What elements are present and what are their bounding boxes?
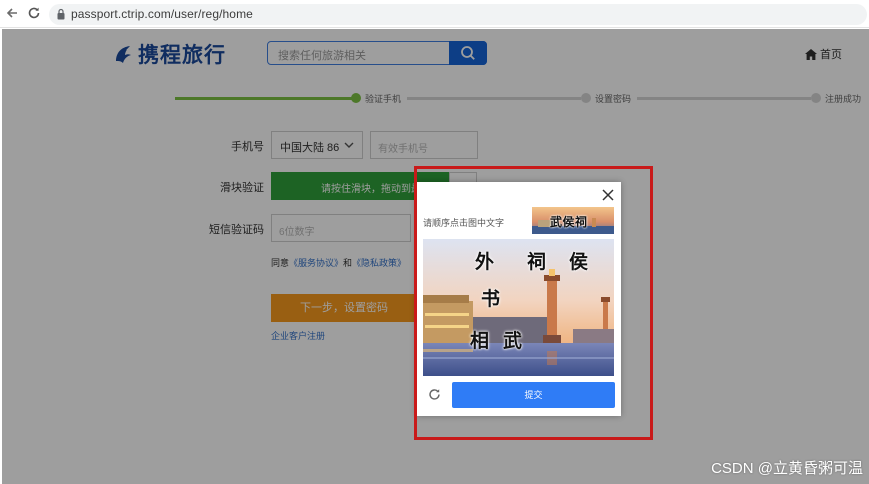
registration-page: 携程旅行 搜索任何旅游相关 首页 验证手机 设置密码 注册成功 手机号 中国大陆… — [2, 29, 869, 484]
screenshot-frame: passport.ctrip.com/user/reg/home 携程旅行 搜索… — [0, 0, 869, 484]
watermark: CSDN @立黄昏粥可温 — [711, 460, 863, 477]
back-arrow-icon[interactable] — [4, 5, 20, 21]
lock-icon — [57, 8, 65, 20]
browser-toolbar: passport.ctrip.com/user/reg/home — [0, 0, 869, 28]
annotation-highlight-box — [414, 166, 653, 440]
address-bar[interactable]: passport.ctrip.com/user/reg/home — [49, 4, 867, 25]
reload-icon[interactable] — [26, 5, 42, 21]
url-text: passport.ctrip.com/user/reg/home — [71, 7, 253, 21]
